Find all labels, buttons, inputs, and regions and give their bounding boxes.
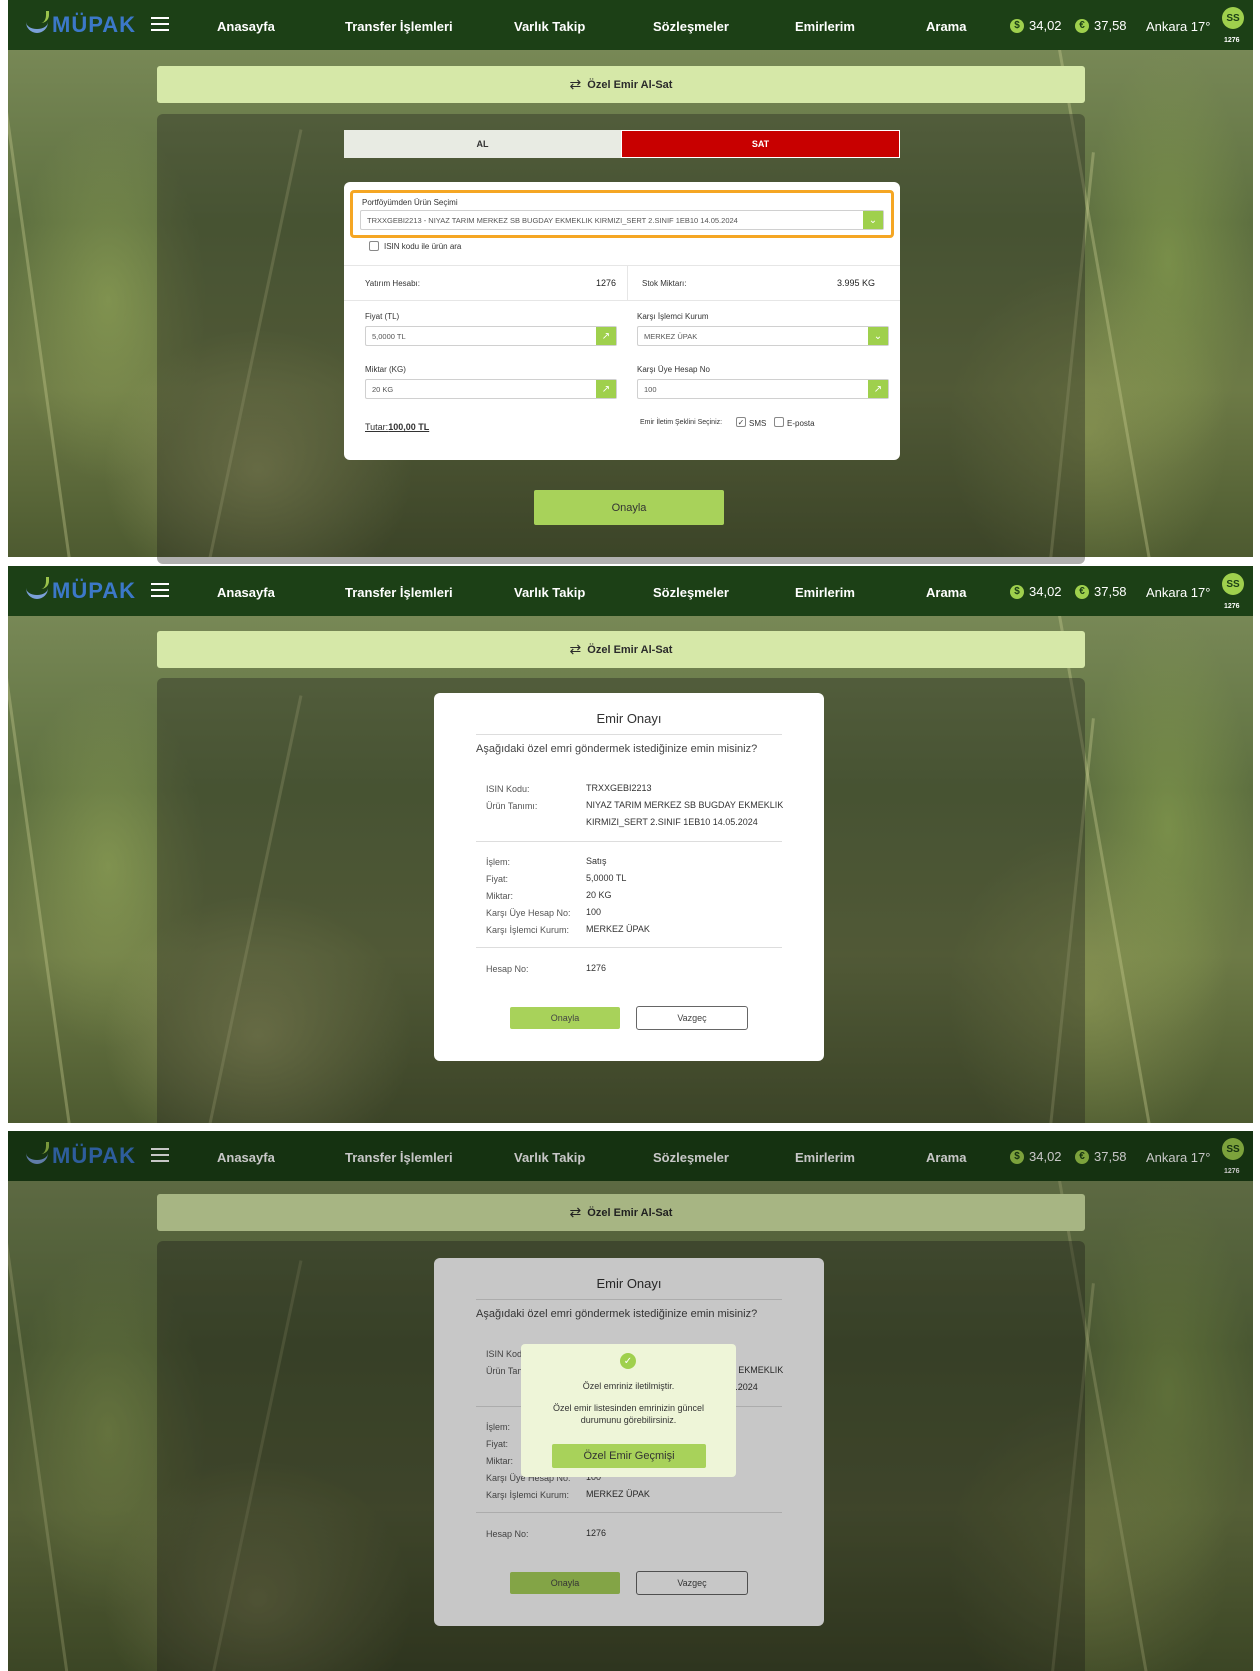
qty-value: 20 KG: [586, 890, 612, 900]
counter-institution-label: Karşı İşlemci Kurum: [637, 312, 709, 321]
order-form: Portföyümden Ürün Seçimi TRXXGEBI2213 - …: [344, 182, 900, 460]
counter-institution-value: MERKEZ ÜPAK: [586, 924, 650, 934]
cancel-button[interactable]: Vazgeç: [636, 1006, 748, 1030]
account-value: 1276: [586, 963, 607, 973]
counter-account-input[interactable]: 100 ↗: [637, 379, 889, 399]
product-select-label: Portföyümden Ürün Seçimi: [362, 198, 458, 207]
chevron-down-icon[interactable]: ⌄: [868, 327, 888, 345]
eur-rate: €37,58: [1075, 18, 1127, 33]
op-value: Satış: [586, 856, 607, 866]
top-navbar: MÜPAK Anasayfa Transfer İşlemleri Varlık…: [8, 0, 1253, 50]
mupak-logo[interactable]: MÜPAK: [26, 11, 136, 38]
edit-icon[interactable]: ↗: [868, 380, 888, 398]
stock-value: 3.995 KG: [837, 278, 876, 288]
nav-arama[interactable]: Arama: [926, 585, 966, 600]
price-label: Fiyat (TL): [365, 312, 400, 321]
top-navbar: MÜPAK Anasayfa Transfer İşlemleri Varlık…: [8, 566, 1253, 616]
check-icon: ✓: [620, 1353, 636, 1369]
nav-sozlesmeler[interactable]: Sözleşmeler: [653, 19, 729, 34]
email-checkbox[interactable]: [774, 417, 784, 427]
nav-emirlerim[interactable]: Emirlerim: [795, 19, 855, 34]
price-value: 5,0000 TL: [586, 873, 627, 883]
contact-method-label: Emir İletim Şeklini Seçiniz:: [640, 419, 723, 426]
price-input[interactable]: 5,0000 TL ↗: [365, 326, 617, 346]
order-history-button[interactable]: Özel Emir Geçmişi: [552, 1444, 706, 1468]
weather: Ankara 17°: [1146, 19, 1211, 34]
buy-sell-tabs: AL SAT: [344, 130, 900, 158]
hamburger-menu-icon[interactable]: [151, 583, 169, 597]
modal-title: Emir Onayı: [596, 711, 662, 726]
euro-icon: €: [1075, 584, 1089, 599]
quantity-label: Miktar (KG): [365, 365, 406, 374]
toast-description: Özel emir listesinden emrinizin güncel d…: [552, 1403, 705, 1425]
nav-arama[interactable]: Arama: [926, 19, 966, 34]
isin-search-label: ISIN kodu ile ürün ara: [384, 242, 462, 251]
sms-checkbox[interactable]: ✓: [736, 417, 746, 427]
account-number: 1276: [1224, 603, 1240, 610]
counter-account-value: 100: [586, 907, 602, 917]
sms-label: SMS: [749, 419, 767, 428]
email-label: E-posta: [787, 419, 815, 428]
edit-icon[interactable]: ↗: [596, 380, 616, 398]
tab-sell[interactable]: SAT: [621, 130, 900, 158]
swap-icon: ⇄: [569, 76, 582, 92]
eur-rate: €37,58: [1075, 584, 1127, 599]
account-label: Yatırım Hesabı:: [365, 279, 420, 288]
tab-buy[interactable]: AL: [344, 130, 621, 158]
euro-icon: €: [1075, 18, 1089, 33]
account-value: 1276: [596, 278, 617, 288]
edit-icon[interactable]: ↗: [596, 327, 616, 345]
nav-anasayfa[interactable]: Anasayfa: [217, 19, 275, 34]
usd-rate: $34,02: [1010, 18, 1062, 33]
nav-transfer[interactable]: Transfer İşlemleri: [345, 585, 453, 600]
mupak-logo[interactable]: MÜPAK: [26, 577, 136, 604]
product-line-1: NIYAZ TARIM MERKEZ SB BUGDAY EKMEKLIK: [586, 800, 784, 810]
confirm-modal: Emir Onayı Aşağıdaki özel emri göndermek…: [434, 693, 824, 1061]
stock-label: Stok Miktarı:: [642, 279, 687, 288]
confirm-button[interactable]: Onayla: [510, 1007, 620, 1029]
page-title-bar: ⇄ Özel Emir Al-Sat: [157, 631, 1085, 668]
isin-value: TRXXGEBI2213: [586, 783, 652, 793]
counter-account-label: Karşı Üye Hesap No: [637, 365, 710, 374]
usd-rate: $34,02: [1010, 584, 1062, 599]
product-select[interactable]: TRXXGEBI2213 - NIYAZ TARIM MERKEZ SB BUG…: [360, 210, 884, 230]
submit-button[interactable]: Onayla: [534, 490, 724, 525]
dollar-icon: $: [1010, 584, 1024, 599]
product-line-2: KIRMIZI_SERT 2.SINIF 1EB10 14.05.2024: [586, 817, 758, 827]
toast-message: Özel emriniz iletilmiştir.: [582, 1381, 675, 1391]
chevron-down-icon[interactable]: ⌄: [863, 211, 883, 229]
total-amount: Tutar:100,00 TL: [365, 422, 430, 432]
counter-institution-select[interactable]: MERKEZ ÜPAK ⌄: [637, 326, 889, 346]
hamburger-menu-icon[interactable]: [151, 17, 169, 31]
success-toast: ✓ Özel emriniz iletilmiştir. Özel emir l…: [521, 1344, 736, 1477]
page-title-bar: ⇄ Özel Emir Al-Sat: [157, 66, 1085, 103]
nav-varlik-takip[interactable]: Varlık Takip: [514, 19, 585, 34]
avatar[interactable]: SS: [1222, 7, 1244, 29]
nav-transfer[interactable]: Transfer İşlemleri: [345, 19, 453, 34]
weather: Ankara 17°: [1146, 585, 1211, 600]
account-number: 1276: [1224, 37, 1240, 44]
logo-icon: [26, 577, 49, 599]
isin-search-checkbox[interactable]: [369, 241, 379, 251]
logo-icon: [26, 11, 49, 33]
avatar[interactable]: SS: [1222, 573, 1244, 595]
nav-varlik-takip[interactable]: Varlık Takip: [514, 585, 585, 600]
quantity-input[interactable]: 20 KG ↗: [365, 379, 617, 399]
nav-sozlesmeler[interactable]: Sözleşmeler: [653, 585, 729, 600]
nav-anasayfa[interactable]: Anasayfa: [217, 585, 275, 600]
swap-icon: ⇄: [569, 641, 582, 657]
dollar-icon: $: [1010, 18, 1024, 33]
modal-question: Aşağıdaki özel emri göndermek istediğini…: [476, 743, 758, 755]
nav-emirlerim[interactable]: Emirlerim: [795, 585, 855, 600]
